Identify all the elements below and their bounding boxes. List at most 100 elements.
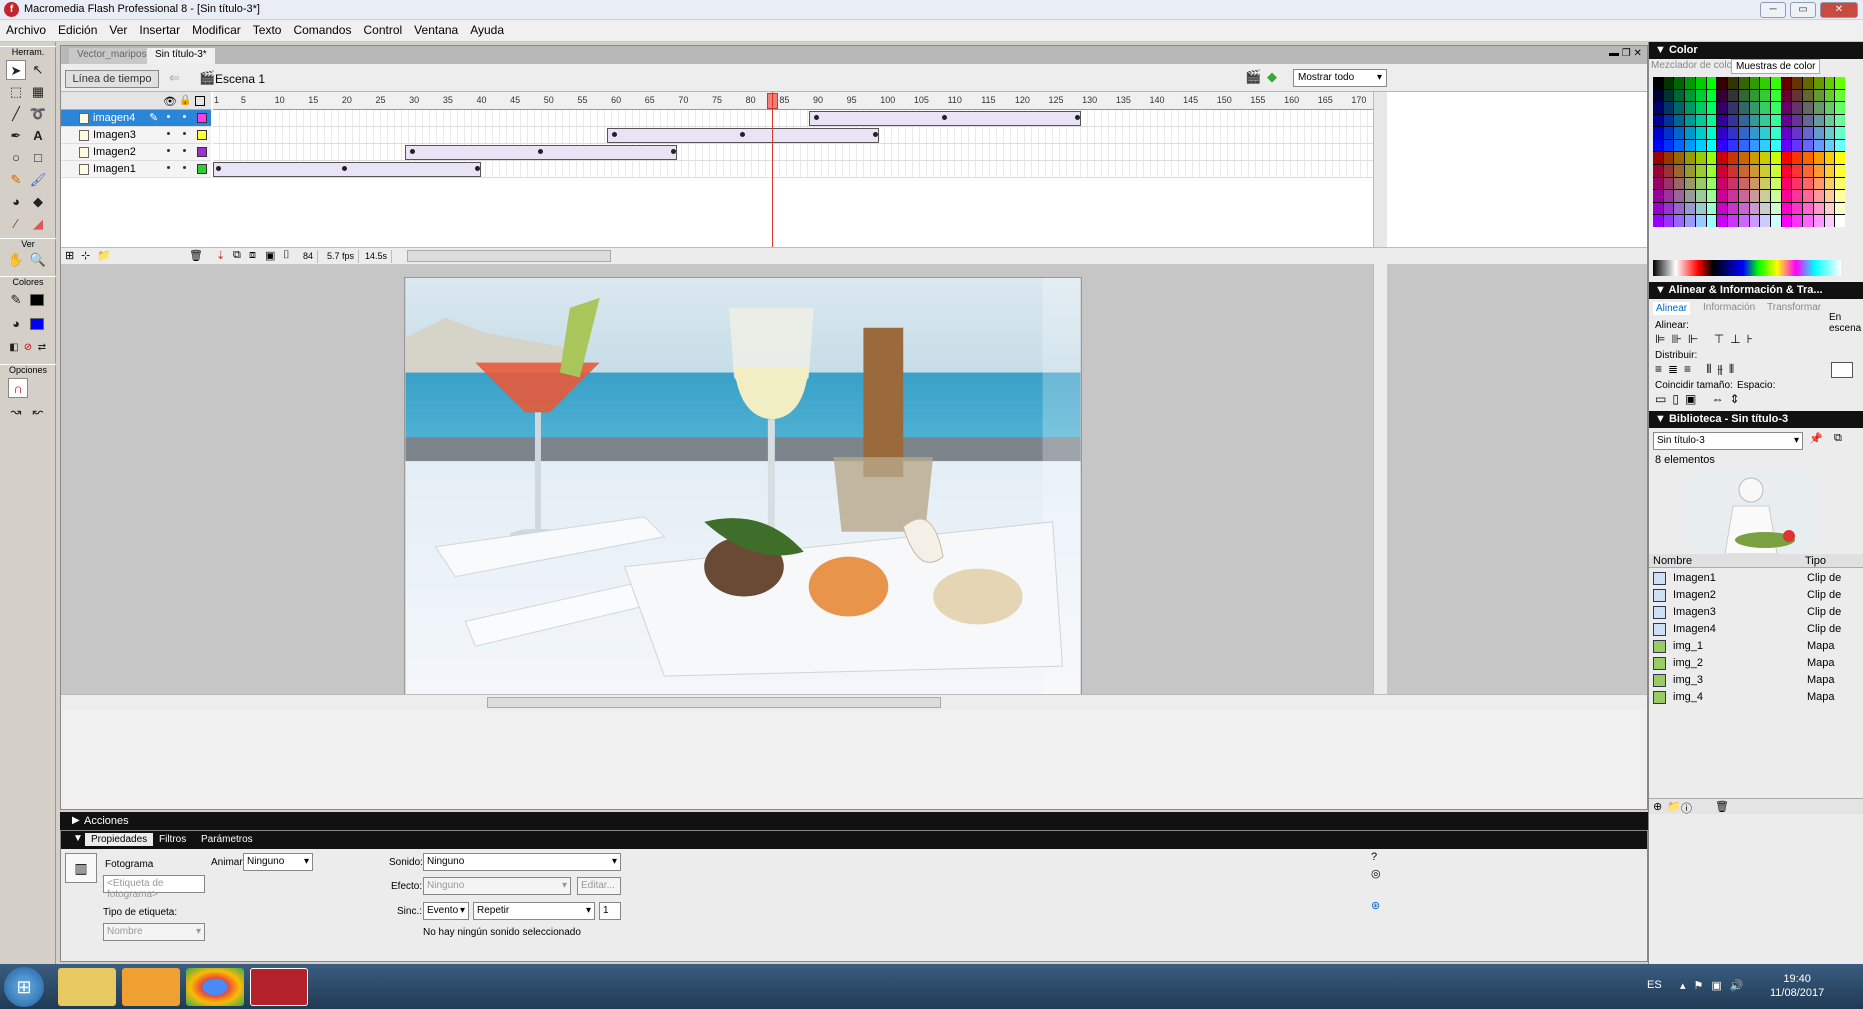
color-swatch[interactable] — [1728, 177, 1738, 190]
color-swatch[interactable] — [1835, 102, 1845, 114]
eye-icon[interactable]: 👁 — [163, 95, 177, 108]
color-swatch[interactable] — [1760, 165, 1770, 177]
color-swatch[interactable] — [1803, 202, 1813, 215]
color-swatch[interactable] — [1792, 127, 1803, 139]
color-swatch[interactable] — [1706, 127, 1717, 139]
color-swatch[interactable] — [1770, 127, 1781, 139]
color-swatch[interactable] — [1824, 127, 1835, 139]
color-swatch[interactable] — [1706, 202, 1717, 215]
color-swatch[interactable] — [1706, 152, 1717, 165]
delete-layer-icon[interactable]: 🗑 — [189, 249, 203, 262]
color-swatch[interactable] — [1813, 114, 1824, 127]
color-swatch[interactable] — [1813, 139, 1824, 152]
keyframe[interactable] — [538, 149, 543, 154]
color-swatch[interactable] — [1803, 102, 1813, 114]
color-swatch[interactable] — [1738, 165, 1749, 177]
color-swatch[interactable] — [1824, 202, 1835, 215]
color-swatch[interactable] — [1685, 102, 1695, 114]
color-swatch[interactable] — [1770, 139, 1781, 152]
accessibility-icon[interactable]: ◎ — [1371, 867, 1381, 880]
color-swatch[interactable] — [1685, 114, 1695, 127]
color-swatch[interactable] — [1760, 89, 1770, 102]
color-swatch[interactable] — [1781, 102, 1792, 114]
color-swatch[interactable] — [1738, 127, 1749, 139]
snap-to-objects-icon[interactable]: ∩ — [8, 378, 28, 398]
frame-row[interactable] — [213, 161, 1373, 178]
color-swatch[interactable] — [1728, 190, 1738, 202]
color-swatch[interactable] — [1706, 77, 1717, 89]
color-swatch[interactable] — [1674, 89, 1685, 102]
color-swatch[interactable] — [1706, 102, 1717, 114]
color-swatch[interactable] — [1706, 89, 1717, 102]
tab-color-mixer[interactable]: Mezclador de colo — [1651, 60, 1732, 71]
lock-dot[interactable] — [183, 166, 186, 169]
color-swatch[interactable] — [1674, 177, 1685, 190]
color-swatch[interactable] — [1749, 177, 1760, 190]
color-swatch[interactable] — [1717, 127, 1728, 139]
color-swatch[interactable] — [1717, 215, 1728, 227]
color-swatch[interactable] — [1835, 114, 1845, 127]
repeat-select[interactable]: Repetir ▾ — [473, 902, 595, 920]
swap-colors-icon[interactable]: ⇄ — [32, 338, 52, 358]
color-swatch[interactable] — [1695, 190, 1706, 202]
color-swatch[interactable] — [1803, 165, 1813, 177]
color-swatch[interactable] — [1781, 202, 1792, 215]
tween-select[interactable]: Ninguno ▾ — [243, 853, 313, 871]
color-swatch[interactable] — [1770, 165, 1781, 177]
color-swatch[interactable] — [1738, 177, 1749, 190]
color-swatch[interactable] — [1674, 77, 1685, 89]
align-buttons[interactable]: ⊫⊪⊩ ⊤⊥⊦ — [1655, 332, 1759, 346]
color-swatch[interactable] — [1663, 89, 1674, 102]
color-swatch[interactable] — [1835, 77, 1845, 89]
keyframe[interactable] — [814, 115, 819, 120]
color-swatch[interactable] — [1770, 190, 1781, 202]
color-swatch[interactable] — [1695, 127, 1706, 139]
media-player-taskbar-icon[interactable] — [122, 968, 180, 1006]
color-swatch[interactable] — [1663, 177, 1674, 190]
color-swatch[interactable] — [1663, 190, 1674, 202]
color-swatch[interactable] — [1717, 190, 1728, 202]
color-swatch[interactable] — [1792, 177, 1803, 190]
color-swatch[interactable] — [1749, 152, 1760, 165]
color-swatch[interactable] — [1749, 202, 1760, 215]
color-swatch[interactable] — [1674, 139, 1685, 152]
visibility-dot[interactable] — [167, 149, 170, 152]
selection-tool-icon[interactable]: ➤ — [6, 60, 26, 80]
tab-informacion[interactable]: Información — [1703, 302, 1755, 313]
color-swatch[interactable] — [1717, 165, 1728, 177]
onion-skin-icon[interactable]: ⧉ — [233, 249, 241, 262]
outline-color[interactable] — [197, 130, 207, 140]
color-swatch[interactable] — [1770, 177, 1781, 190]
minimize-button[interactable]: ─ — [1760, 2, 1786, 18]
menu-control[interactable]: Control — [357, 20, 408, 42]
color-swatch[interactable] — [1663, 139, 1674, 152]
color-swatch[interactable] — [1835, 139, 1845, 152]
color-swatch[interactable] — [1674, 165, 1685, 177]
color-swatch[interactable] — [1717, 152, 1728, 165]
color-swatch[interactable] — [1695, 114, 1706, 127]
visibility-dot[interactable] — [167, 132, 170, 135]
smooth-icon[interactable]: ↝ — [6, 402, 26, 422]
color-swatch[interactable] — [1760, 127, 1770, 139]
color-swatch[interactable] — [1824, 152, 1835, 165]
explorer-taskbar-icon[interactable] — [58, 968, 116, 1006]
free-transform-tool-icon[interactable]: ⬚ — [6, 82, 26, 102]
color-swatch[interactable] — [1835, 190, 1845, 202]
line-tool-icon[interactable]: ╱ — [6, 104, 26, 124]
color-swatch[interactable] — [1813, 215, 1824, 227]
color-swatch[interactable] — [1824, 77, 1835, 89]
color-swatch[interactable] — [1835, 152, 1845, 165]
color-swatch[interactable] — [1685, 215, 1695, 227]
color-swatch[interactable] — [1685, 177, 1695, 190]
color-swatch[interactable] — [1749, 127, 1760, 139]
color-swatch[interactable] — [1760, 102, 1770, 114]
color-swatch[interactable] — [1653, 102, 1663, 114]
color-swatch[interactable] — [1803, 152, 1813, 165]
library-doc-select[interactable]: Sin título-3 ▾ — [1653, 432, 1803, 450]
edit-scene-icon[interactable]: 🎬 — [1245, 69, 1261, 85]
color-swatch[interactable] — [1663, 127, 1674, 139]
layer-row[interactable]: Imagen3 — [61, 127, 211, 144]
keyframe[interactable] — [612, 132, 617, 137]
onion-outlines-icon[interactable]: ⧈ — [249, 249, 256, 262]
color-swatch[interactable] — [1728, 127, 1738, 139]
